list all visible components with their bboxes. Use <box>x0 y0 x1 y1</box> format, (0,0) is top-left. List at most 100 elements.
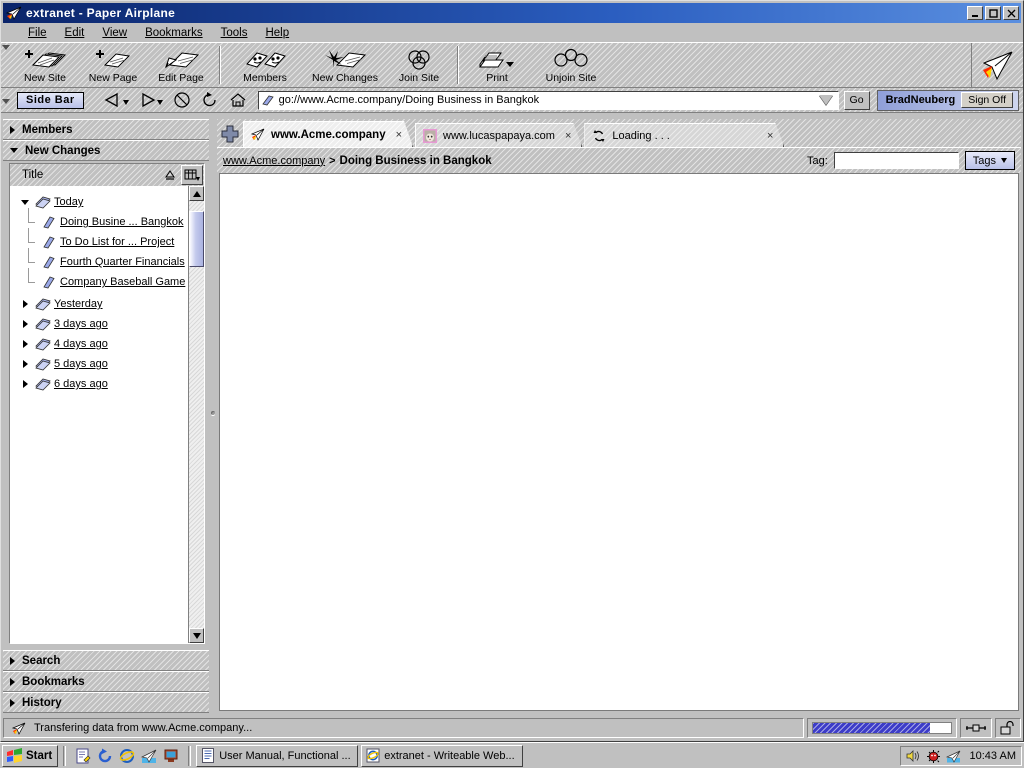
scrollbar-thumb[interactable] <box>189 211 204 267</box>
tab-close-button[interactable]: × <box>392 129 402 141</box>
breadcrumb-root-link[interactable]: www.Acme.company <box>223 155 325 167</box>
navbar-grip[interactable] <box>1 97 11 104</box>
tree-node-label[interactable]: Yesterday <box>54 298 103 310</box>
tree-node-4-days-ago[interactable]: 4 days ago <box>10 334 188 354</box>
tree-item-doing-business-bangkok[interactable]: Doing Busine ... Bangkok <box>10 208 188 232</box>
page-canvas[interactable] <box>219 173 1019 711</box>
tree-node-5-days-ago[interactable]: 5 days ago <box>10 354 188 374</box>
toolbar-grip[interactable] <box>1 43 11 87</box>
tree-node-today-label[interactable]: Today <box>54 196 83 208</box>
tree-node-6-days-ago[interactable]: 6 days ago <box>10 374 188 394</box>
address-dropdown-icon[interactable] <box>818 95 833 105</box>
back-dropdown-arrow[interactable] <box>123 99 130 105</box>
column-chooser-icon[interactable] <box>181 165 203 185</box>
sort-ascending-icon[interactable] <box>159 169 181 181</box>
menu-bookmarks[interactable]: Bookmarks <box>136 25 212 41</box>
sidebar-panel-bookmarks[interactable]: Bookmarks <box>3 671 209 692</box>
tree-expander-collapsed[interactable] <box>18 360 32 368</box>
refresh-blue-icon[interactable] <box>96 747 114 765</box>
column-title-header[interactable]: Title <box>10 169 159 181</box>
back-button[interactable] <box>100 90 134 111</box>
tree-item-label[interactable]: Fourth Quarter Financials <box>60 256 185 268</box>
connection-cell[interactable] <box>960 718 992 738</box>
tree-expander-collapsed[interactable] <box>18 380 32 388</box>
sign-off-button[interactable]: Sign Off <box>961 92 1013 108</box>
menu-help[interactable]: Help <box>256 25 298 41</box>
sidebar-panel-history[interactable]: History <box>3 692 209 713</box>
tree-vertical-scrollbar[interactable] <box>188 186 204 643</box>
stop-button[interactable] <box>168 90 196 111</box>
tree-item-label[interactable]: Doing Busine ... Bangkok <box>60 216 184 228</box>
scroll-down-button[interactable] <box>189 628 204 643</box>
forward-dropdown-arrow[interactable] <box>157 99 164 105</box>
tags-dropdown-button[interactable]: Tags <box>964 151 1015 170</box>
tree-item-company-baseball-game[interactable]: Company Baseball Game <box>10 268 188 292</box>
close-button[interactable] <box>1003 6 1019 20</box>
edit-page-button[interactable]: Edit Page <box>147 43 215 87</box>
antivirus-icon[interactable] <box>926 748 942 764</box>
address-input[interactable]: go://www.Acme.company/Doing Business in … <box>257 90 839 110</box>
tree-item-fourth-quarter-financials[interactable]: Fourth Quarter Financials <box>10 248 188 272</box>
taskbar-clock[interactable]: 10:43 AM <box>966 750 1016 762</box>
internet-explorer-icon[interactable] <box>118 747 136 765</box>
paper-airplane-icon[interactable] <box>946 748 962 764</box>
menu-tools[interactable]: Tools <box>212 25 257 41</box>
tree-item-label[interactable]: To Do List for ... Project <box>60 236 174 248</box>
tree-node-label[interactable]: 4 days ago <box>54 338 108 350</box>
tab-close-button[interactable]: × <box>561 130 571 142</box>
tab-close-button[interactable]: × <box>763 130 773 142</box>
tree-expander-collapsed[interactable] <box>18 300 32 308</box>
members-button[interactable]: Members <box>225 43 305 87</box>
new-site-button[interactable]: New Site <box>11 43 79 87</box>
tree-node-label[interactable]: 3 days ago <box>54 318 108 330</box>
tree-node-label[interactable]: 5 days ago <box>54 358 108 370</box>
side-bar-toggle-button[interactable]: Side Bar <box>17 91 84 109</box>
tree-expander-collapsed[interactable] <box>18 340 32 348</box>
tab-lucaspapaya[interactable]: www.lucaspapaya.com × <box>415 123 582 147</box>
members-icon <box>241 47 289 71</box>
print-button[interactable]: Print <box>463 43 531 87</box>
tree-node-3-days-ago[interactable]: 3 days ago <box>10 314 188 334</box>
scroll-up-button[interactable] <box>189 186 204 201</box>
scrollbar-track[interactable] <box>189 201 204 628</box>
tab-loading[interactable]: Loading . . . × <box>584 123 784 147</box>
paper-airplane-icon[interactable] <box>140 747 158 765</box>
sidebar-panel-new-changes[interactable]: New Changes <box>3 140 209 161</box>
menu-view[interactable]: View <box>93 25 136 41</box>
join-site-button[interactable]: Join Site <box>385 43 453 87</box>
minimize-button[interactable] <box>967 6 983 20</box>
start-button[interactable]: Start <box>2 744 59 767</box>
notepad-icon[interactable] <box>74 747 92 765</box>
sidebar-panel-search[interactable]: Search <box>3 650 209 671</box>
new-tab-button[interactable] <box>217 121 243 147</box>
splitter-handle[interactable] <box>211 411 215 415</box>
tree-node-today[interactable]: Today <box>10 192 188 212</box>
new-changes-button[interactable]: New Changes <box>305 43 385 87</box>
new-page-label: New Page <box>88 71 138 84</box>
tree-item-label[interactable]: Company Baseball Game <box>60 276 185 288</box>
task-user-manual[interactable]: User Manual, Functional ... <box>196 744 359 767</box>
menu-file[interactable]: File <box>19 25 56 41</box>
volume-icon[interactable] <box>906 748 922 764</box>
home-button[interactable] <box>224 90 252 111</box>
go-button[interactable]: Go <box>843 90 870 110</box>
unjoin-site-button[interactable]: Unjoin Site <box>531 43 611 87</box>
tab-acme-company[interactable]: www.Acme.company × <box>243 121 413 147</box>
tree-node-label[interactable]: 6 days ago <box>54 378 108 390</box>
reload-button[interactable] <box>196 90 224 111</box>
tag-input[interactable] <box>833 152 959 169</box>
sidebar-panel-members[interactable]: Members <box>3 119 209 140</box>
new-page-button[interactable]: New Page <box>79 43 147 87</box>
tree-expander-expanded[interactable] <box>18 199 32 205</box>
tree-expander-collapsed[interactable] <box>18 320 32 328</box>
forward-button[interactable] <box>134 90 168 111</box>
show-desktop-icon[interactable] <box>162 747 180 765</box>
task-extranet[interactable]: extranet - Writeable Web... <box>361 744 524 767</box>
sidebar-splitter[interactable] <box>209 119 217 713</box>
toolbar-separator-1 <box>219 46 221 84</box>
tree-node-yesterday[interactable]: Yesterday <box>10 294 188 314</box>
tree-item-to-do-list[interactable]: To Do List for ... Project <box>10 228 188 252</box>
security-cell[interactable] <box>995 718 1021 738</box>
menu-edit[interactable]: Edit <box>56 25 94 41</box>
maximize-button[interactable] <box>985 6 1001 20</box>
